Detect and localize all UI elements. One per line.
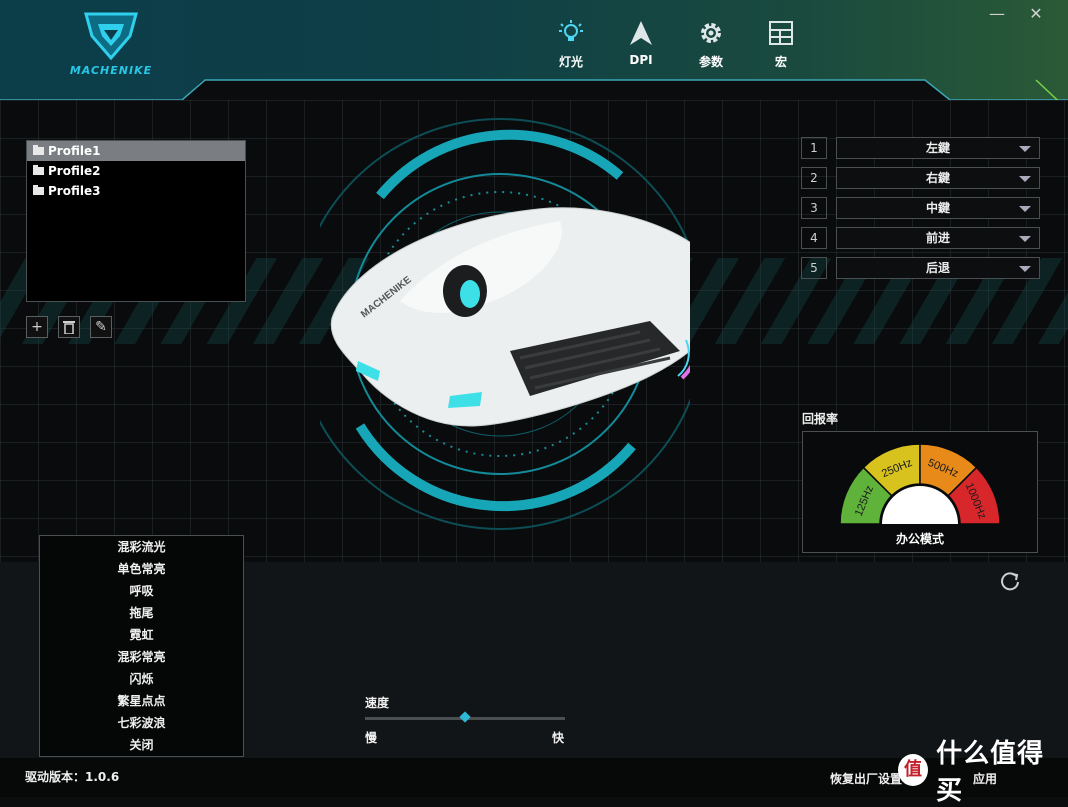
add-icon: + xyxy=(31,319,43,335)
button-1-value: 左鍵 xyxy=(925,141,950,155)
brand-name: MACHENIKE xyxy=(69,64,153,77)
tab-dpi[interactable]: DPI xyxy=(611,20,671,67)
effect-item[interactable]: 闪烁 xyxy=(40,668,243,690)
reset-defaults-button[interactable]: 恢复出厂设置 xyxy=(830,770,902,787)
delete-icon xyxy=(63,321,75,335)
tab-lighting-label: 灯光 xyxy=(558,55,583,69)
effect-item[interactable]: 霓虹 xyxy=(40,624,243,646)
delete-profile-button[interactable] xyxy=(58,316,80,338)
tab-parameters[interactable]: 参数 xyxy=(681,20,741,70)
effect-item[interactable]: 关闭 xyxy=(40,734,243,756)
minimize-button[interactable]: — xyxy=(986,4,1008,23)
button-number-4: 4 xyxy=(801,227,827,249)
polling-rate-gauge: 125Hz250Hz 500Hz1000Hz xyxy=(835,443,1005,530)
button-5-value: 后退 xyxy=(925,261,950,275)
polling-rate-panel: 125Hz 250Hz 500Hz 1000Hz 办公模式 xyxy=(802,431,1038,553)
effect-item[interactable]: 七彩波浪 xyxy=(40,712,243,734)
button-3-value: 中鍵 xyxy=(925,201,950,215)
tab-macro[interactable]: 宏 xyxy=(751,20,811,70)
effect-item[interactable]: 呼吸 xyxy=(40,580,243,602)
button-4-value: 前进 xyxy=(925,231,950,245)
effect-item[interactable]: 单色常亮 xyxy=(40,558,243,580)
watermark-logo: 值 xyxy=(898,754,929,786)
tab-lighting[interactable]: 灯光 xyxy=(541,20,601,70)
polling-rate-title: 回报率 xyxy=(802,412,839,426)
profile-item-1[interactable]: Profile1 xyxy=(27,141,245,161)
edit-icon: ✎ xyxy=(95,319,107,335)
header-bar xyxy=(0,0,1068,100)
edit-profile-button[interactable]: ✎ xyxy=(90,316,112,338)
profile-item-3[interactable]: Profile3 xyxy=(27,181,245,201)
speed-fast-label: 快 xyxy=(552,731,565,745)
button-4-select[interactable]: 前进 xyxy=(836,227,1040,249)
speed-label: 速度 xyxy=(365,696,390,710)
profile-item-label: Profile3 xyxy=(48,184,101,198)
tab-parameters-label: 参数 xyxy=(698,55,723,69)
chevron-down-icon xyxy=(1019,236,1031,242)
mouse-display: MACHENIKE xyxy=(320,118,690,530)
speed-slow-label: 慢 xyxy=(365,731,378,745)
tab-dpi-label: DPI xyxy=(629,53,653,67)
close-button[interactable]: ✕ xyxy=(1025,4,1047,23)
lightbulb-icon xyxy=(559,20,583,41)
add-profile-button[interactable]: + xyxy=(26,316,48,338)
effect-item[interactable]: 混彩流光 xyxy=(40,536,243,558)
effect-item[interactable]: 混彩常亮 xyxy=(40,646,243,668)
button-number-5: 5 xyxy=(801,257,827,279)
button-3-select[interactable]: 中鍵 xyxy=(836,197,1040,219)
button-5-select[interactable]: 后退 xyxy=(836,257,1040,279)
profile-list: Profile1 Profile2 Profile3 xyxy=(26,140,246,302)
refresh-icon[interactable] xyxy=(999,570,1021,592)
button-2-select[interactable]: 右鍵 xyxy=(836,167,1040,189)
macro-grid-icon xyxy=(769,21,793,45)
button-1-select[interactable]: 左鍵 xyxy=(836,137,1040,159)
effect-item[interactable]: 繁星点点 xyxy=(40,690,243,712)
folder-icon xyxy=(33,145,44,155)
effect-item[interactable]: 拖尾 xyxy=(40,602,243,624)
button-number-3: 3 xyxy=(801,197,827,219)
button-number-1: 1 xyxy=(801,137,827,159)
profile-item-label: Profile1 xyxy=(48,144,101,158)
light-effect-list: 混彩流光 单色常亮 呼吸 拖尾 霓虹 混彩常亮 闪烁 繁星点点 七彩波浪 关闭 xyxy=(39,535,244,757)
chevron-down-icon xyxy=(1019,206,1031,212)
polling-mode-label: 办公模式 xyxy=(895,532,944,546)
button-2-value: 右鍵 xyxy=(925,171,950,185)
watermark-text: 什么值得买 xyxy=(936,739,1045,806)
chevron-down-icon xyxy=(1019,266,1031,272)
chevron-down-icon xyxy=(1019,176,1031,182)
folder-icon xyxy=(33,185,44,195)
profile-item-label: Profile2 xyxy=(48,164,101,178)
driver-version: 驱动版本：1.0.6 xyxy=(25,770,120,784)
folder-icon xyxy=(33,165,44,175)
button-number-2: 2 xyxy=(801,167,827,189)
machenike-logo-icon xyxy=(84,12,138,61)
watermark: 值 什么值得买 xyxy=(898,739,1063,806)
gear-icon xyxy=(701,23,721,43)
tab-macro-label: 宏 xyxy=(774,55,787,69)
profile-item-2[interactable]: Profile2 xyxy=(27,161,245,181)
chevron-down-icon xyxy=(1019,146,1031,152)
dpi-arrow-icon xyxy=(630,21,652,45)
